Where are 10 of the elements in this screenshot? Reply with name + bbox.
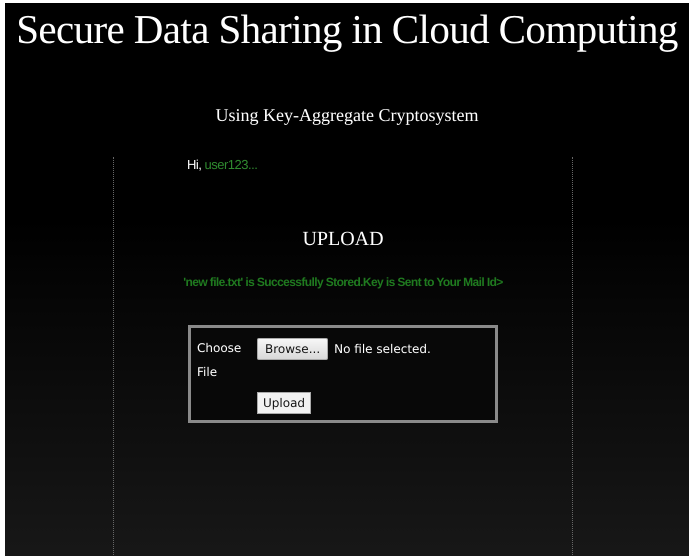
file-status: No file selected. <box>334 342 431 356</box>
upload-button[interactable]: Upload <box>257 392 312 414</box>
greeting-text: Hi, <box>187 157 202 172</box>
success-message: 'new file.txt' is Successfully Stored.Key is Sent to Your Mail Id> <box>182 274 504 291</box>
section-title: UPLOAD <box>301 228 385 251</box>
username-text: user123... <box>204 157 258 172</box>
page-subtitle: Using Key-Aggregate Cryptosystem <box>214 104 480 127</box>
page-title: Secure Data Sharing in Cloud Computing <box>15 5 679 54</box>
field-label: Choose File <box>197 340 242 381</box>
browse-button[interactable]: Browse... <box>257 338 328 360</box>
